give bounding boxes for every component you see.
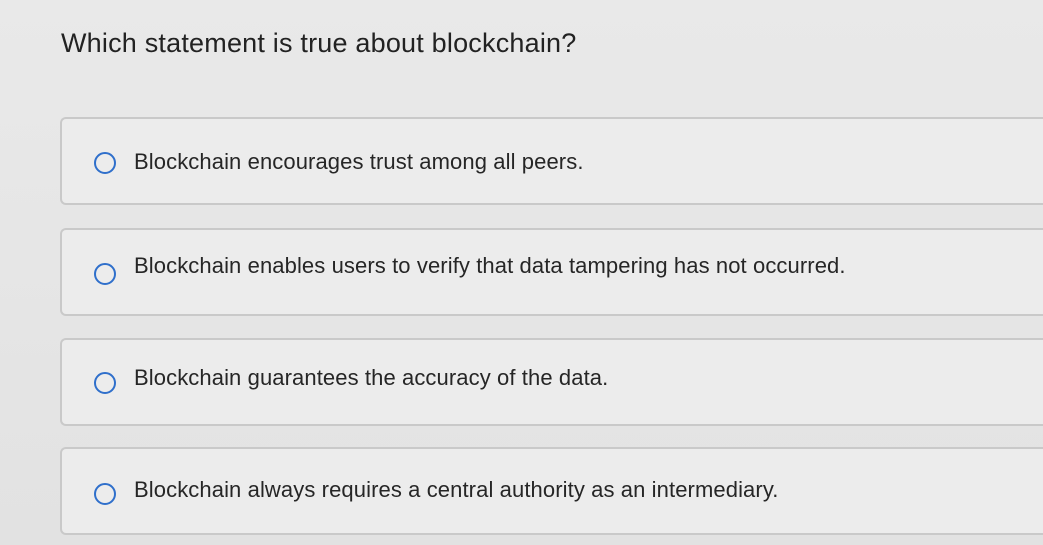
radio-unchecked-icon[interactable] [94, 152, 116, 174]
answer-option-4[interactable]: Blockchain always requires a central aut… [60, 447, 1043, 535]
radio-unchecked-icon[interactable] [94, 372, 116, 394]
answer-option-1[interactable]: Blockchain encourages trust among all pe… [60, 117, 1043, 205]
answer-option-2[interactable]: Blockchain enables users to verify that … [60, 228, 1043, 316]
radio-unchecked-icon[interactable] [94, 263, 116, 285]
answer-option-3[interactable]: Blockchain guarantees the accuracy of th… [60, 338, 1043, 426]
answer-option-label: Blockchain enables users to verify that … [134, 253, 846, 278]
answer-option-label: Blockchain guarantees the accuracy of th… [134, 365, 609, 390]
answer-option-label: Blockchain encourages trust among all pe… [134, 149, 584, 174]
quiz-page: Which statement is true about blockchain… [0, 0, 1043, 545]
radio-unchecked-icon[interactable] [94, 483, 116, 505]
answer-option-label: Blockchain always requires a central aut… [134, 477, 779, 502]
answer-options: Blockchain encourages trust among all pe… [60, 0, 1043, 545]
